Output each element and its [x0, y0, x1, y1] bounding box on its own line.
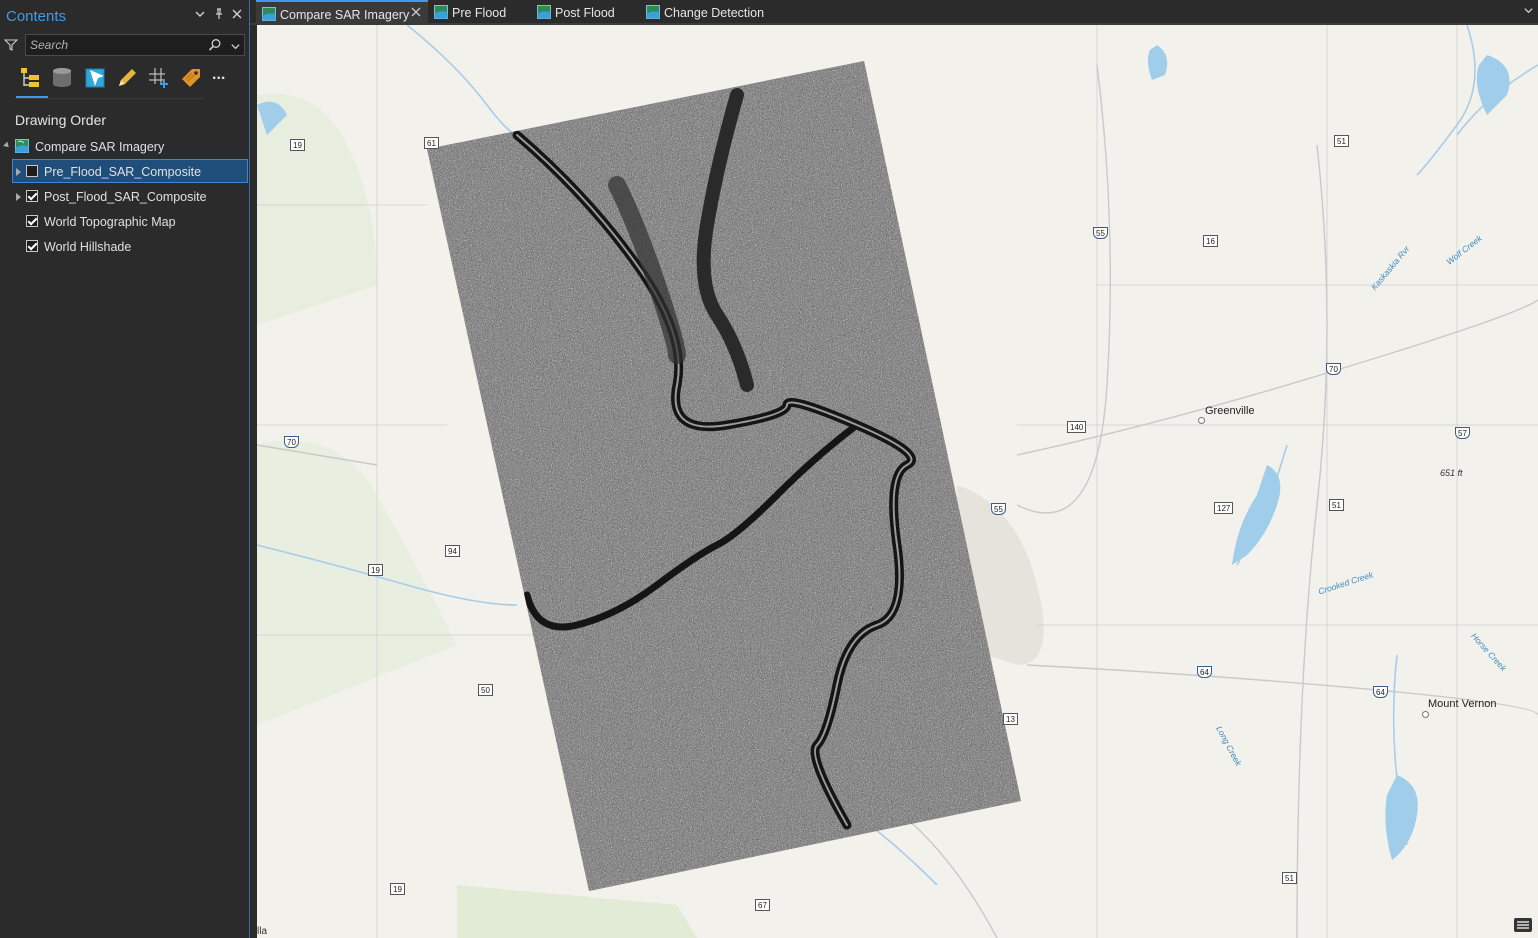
list-by-snapping-icon[interactable] — [147, 66, 171, 90]
tab-label: Compare SAR Imagery — [280, 8, 410, 22]
route-shield: 57 — [1455, 427, 1470, 439]
map-view[interactable]: Greenville Mount Vernon Kaskaskia Rvr Wo… — [257, 25, 1538, 938]
route-shield: 127 — [1214, 502, 1234, 514]
route-shield: 50 — [478, 684, 493, 696]
route-shield: 51 — [1329, 499, 1344, 511]
tab-label: Pre Flood — [452, 6, 507, 20]
filter-icon[interactable] — [3, 38, 19, 57]
elevation-label: 651 ft — [1440, 468, 1463, 478]
route-shield: 19 — [368, 564, 383, 576]
layer-label: Post_Flood_SAR_Composite — [44, 190, 207, 204]
more-icon[interactable]: ... — [212, 66, 236, 90]
town-marker — [1422, 711, 1429, 718]
tab-overflow-chevron-icon[interactable] — [1523, 5, 1534, 19]
layer-row-pre-flood[interactable]: Pre_Flood_SAR_Composite — [0, 161, 250, 183]
route-shield: 140 — [1067, 421, 1087, 433]
map-panel-toggle-icon[interactable] — [1514, 918, 1532, 932]
close-tab-icon[interactable] — [410, 6, 422, 21]
route-shield: 51 — [1334, 135, 1349, 147]
map-icon — [646, 5, 660, 19]
chevron-down-icon[interactable] — [230, 39, 241, 57]
route-shield: 67 — [755, 899, 770, 911]
route-shield: 13 — [1003, 713, 1018, 725]
route-shield: 70 — [1326, 363, 1341, 375]
expand-arrow-icon[interactable] — [16, 193, 21, 201]
layer-label: World Hillshade — [44, 240, 132, 254]
search-icon[interactable] — [208, 38, 222, 57]
layer-row-world-hillshade[interactable]: World Hillshade — [0, 236, 250, 258]
close-icon[interactable] — [231, 8, 243, 23]
tab-change-detection[interactable]: Change Detection — [640, 0, 780, 25]
drawing-order-heading: Drawing Order — [15, 112, 107, 128]
route-shield: 64 — [1373, 686, 1388, 698]
layer-visibility-checkbox[interactable] — [26, 240, 38, 252]
chevron-down-icon[interactable] — [194, 8, 206, 23]
town-label: Mount Vernon — [1428, 698, 1497, 710]
route-shield: 61 — [424, 137, 439, 149]
layer-visibility-checkbox[interactable] — [26, 215, 38, 227]
tree-item-label: Compare SAR Imagery — [35, 140, 165, 154]
layer-label: Pre_Flood_SAR_Composite — [44, 165, 202, 179]
search-row — [0, 34, 250, 58]
contents-pane-header: Contents — [0, 0, 249, 32]
route-shield: 55 — [1093, 227, 1108, 239]
layer-row-post-flood[interactable]: Post_Flood_SAR_Composite — [0, 186, 250, 208]
map-icon — [262, 7, 276, 21]
layer-row-world-topographic[interactable]: World Topographic Map — [0, 211, 250, 233]
tab-post-flood[interactable]: Post Flood — [531, 0, 639, 25]
layer-visibility-checkbox[interactable] — [26, 165, 38, 177]
pin-icon[interactable] — [213, 8, 225, 23]
route-shield: 19 — [390, 883, 405, 895]
map-icon — [537, 5, 551, 19]
route-shield: 51 — [1282, 872, 1297, 884]
list-by-data-source-icon[interactable] — [50, 66, 74, 90]
route-shield: 94 — [445, 545, 460, 557]
expand-arrow-icon[interactable] — [16, 168, 21, 176]
contents-toolbar: ... — [14, 64, 225, 99]
list-by-labeling-icon[interactable] — [179, 66, 203, 90]
contents-title: Contents — [6, 8, 67, 25]
town-marker — [1198, 417, 1205, 424]
route-shield: 19 — [290, 139, 305, 151]
tab-compare-sar-imagery[interactable]: Compare SAR Imagery — [256, 0, 428, 25]
route-shield: 64 — [1197, 666, 1212, 678]
search-box — [25, 34, 245, 56]
map-icon — [434, 5, 448, 19]
list-by-editing-icon[interactable] — [115, 66, 139, 90]
toolbar-divider — [14, 98, 204, 99]
town-label: Greenville — [1205, 405, 1255, 417]
contents-pane: Contents Search ... Drawing Order Compar… — [0, 0, 250, 938]
tab-label: Post Flood — [555, 6, 615, 20]
tab-label: Change Detection — [664, 6, 765, 20]
map-attribution: lla — [257, 926, 268, 937]
tab-pre-flood[interactable]: Pre Flood — [428, 0, 528, 25]
search-input[interactable] — [30, 37, 200, 53]
map-icon — [15, 139, 29, 153]
expand-arrow-icon[interactable] — [3, 141, 11, 150]
layer-visibility-checkbox[interactable] — [26, 190, 38, 202]
layer-label: World Topographic Map — [44, 215, 176, 229]
route-shield: 16 — [1203, 235, 1218, 247]
list-by-drawing-order-icon[interactable] — [18, 66, 42, 90]
view-tabs: Compare SAR Imagery Pre Flood Post Flood… — [250, 0, 1538, 25]
basemap — [257, 25, 1538, 938]
list-by-selection-icon[interactable] — [83, 66, 107, 90]
route-shield: 55 — [991, 503, 1006, 515]
route-shield: 70 — [284, 436, 299, 448]
tree-item-map[interactable]: Compare SAR Imagery — [0, 136, 250, 158]
